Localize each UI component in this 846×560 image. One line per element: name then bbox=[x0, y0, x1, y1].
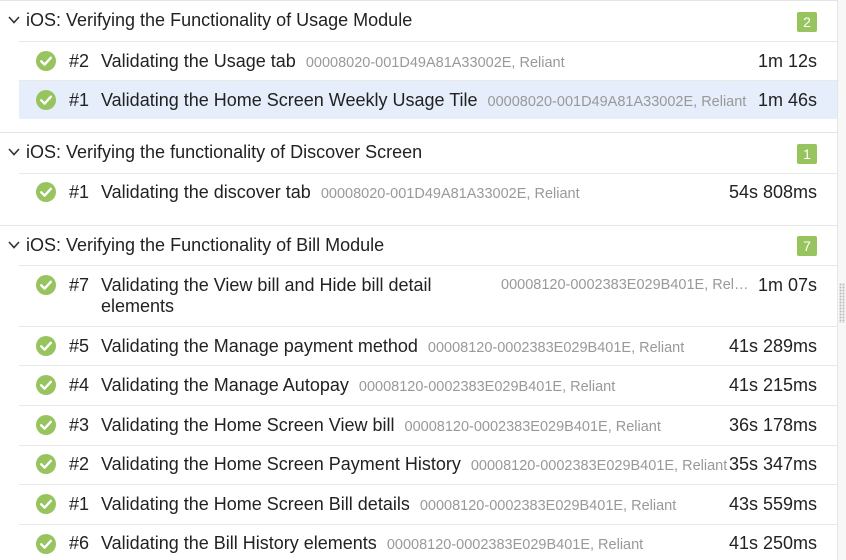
test-duration: 35s 347ms bbox=[728, 454, 817, 474]
test-row[interactable]: #2 Validating the Home Screen Payment Hi… bbox=[19, 446, 837, 484]
check-circle-icon bbox=[36, 494, 56, 514]
test-duration: 41s 215ms bbox=[728, 375, 817, 395]
test-title[interactable]: Validating the Manage Autopay 00008120-0… bbox=[101, 375, 615, 396]
group-title: iOS: Verifying the Functionality of Bill… bbox=[26, 235, 385, 255]
check-circle-icon bbox=[36, 375, 56, 395]
chevron-down-icon[interactable] bbox=[7, 238, 21, 252]
test-device-meta: 00008120-0002383E029B401E, Reliant bbox=[386, 537, 644, 553]
check-circle-icon bbox=[36, 90, 56, 110]
test-device-meta: 00008120-0002383E029B401E, Reliant bbox=[404, 419, 661, 435]
test-duration: 1m 12s bbox=[757, 51, 817, 71]
test-number: #6 bbox=[69, 533, 90, 553]
test-device-meta: 00008120-0002383E029B401E, Rel… bbox=[501, 277, 749, 293]
test-duration: 41s 250ms bbox=[728, 533, 817, 553]
check-circle-icon bbox=[36, 534, 56, 554]
test-number: #2 bbox=[69, 454, 90, 474]
test-title[interactable]: Validating the Usage tab 00008020-001D49… bbox=[101, 51, 565, 72]
test-results-panel: iOS: Verifying the Functionality of Usag… bbox=[0, 0, 837, 560]
test-duration: 54s 808ms bbox=[728, 182, 817, 202]
test-row[interactable]: #3 Validating the Home Screen View bill … bbox=[19, 406, 837, 445]
test-duration: 1m 07s bbox=[757, 275, 817, 295]
splitter-gutter[interactable] bbox=[837, 0, 846, 560]
test-title[interactable]: Validating the View bill and Hide bill d… bbox=[101, 275, 432, 317]
test-number: #1 bbox=[69, 494, 90, 514]
test-duration: 1m 46s bbox=[757, 90, 817, 110]
test-count-badge: 7 bbox=[797, 236, 817, 256]
chevron-down-icon[interactable] bbox=[7, 13, 21, 27]
test-duration: 41s 289ms bbox=[728, 336, 817, 356]
check-circle-icon bbox=[36, 415, 56, 435]
test-device-meta: 00008120-0002383E029B401E, Reliant bbox=[427, 340, 685, 356]
test-number: #3 bbox=[69, 415, 90, 435]
group-title: iOS: Verifying the Functionality of Usag… bbox=[26, 10, 413, 30]
test-number: #1 bbox=[69, 182, 90, 202]
test-number: #4 bbox=[69, 375, 90, 395]
test-title[interactable]: Validating the Home Screen Payment Histo… bbox=[101, 454, 727, 475]
test-title[interactable]: Validating the discover tab 00008020-001… bbox=[101, 182, 580, 203]
test-number: #2 bbox=[69, 51, 90, 71]
test-title[interactable]: Validating the Home Screen Bill details … bbox=[101, 494, 676, 515]
test-row[interactable]: #4 Validating the Manage Autopay 0000812… bbox=[19, 366, 837, 405]
test-row[interactable]: #5 Validating the Manage payment method … bbox=[19, 327, 837, 365]
test-row[interactable]: #1 Validating the Home Screen Bill detai… bbox=[19, 485, 837, 524]
chevron-down-icon[interactable] bbox=[7, 145, 21, 159]
test-row[interactable]: #2 Validating the Usage tab 00008020-001… bbox=[19, 42, 837, 80]
test-row-selected[interactable]: #1 Validating the Home Screen Weekly Usa… bbox=[19, 81, 837, 119]
check-circle-icon bbox=[36, 182, 56, 202]
group-header-bill-module[interactable]: iOS: Verifying the Functionality of Bill… bbox=[0, 226, 837, 266]
test-duration: 36s 178ms bbox=[728, 415, 817, 435]
test-device-meta: 00008020-001D49A81A33002E, Reliant bbox=[320, 186, 580, 202]
test-count-badge: 2 bbox=[797, 12, 817, 32]
check-circle-icon bbox=[36, 454, 56, 474]
test-duration: 43s 559ms bbox=[728, 494, 817, 514]
test-title[interactable]: Validating the Manage payment method 000… bbox=[101, 336, 684, 357]
test-row[interactable]: #6 Validating the Bill History elements … bbox=[19, 525, 837, 560]
test-row[interactable]: #7 Validating the View bill and Hide bil… bbox=[19, 266, 837, 326]
resize-grip-icon[interactable] bbox=[839, 283, 845, 323]
test-device-meta: 00008120-0002383E029B401E, Reliant bbox=[419, 498, 677, 514]
test-number: #5 bbox=[69, 336, 90, 356]
test-device-meta: 00008020-001D49A81A33002E, Reliant bbox=[487, 94, 747, 110]
test-title[interactable]: Validating the Home Screen View bill 000… bbox=[101, 415, 661, 436]
test-number: #1 bbox=[69, 90, 90, 110]
check-circle-icon bbox=[36, 51, 56, 71]
test-device-meta: 00008020-001D49A81A33002E, Reliant bbox=[305, 55, 565, 71]
test-count-badge: 1 bbox=[797, 144, 817, 164]
test-device-meta: 00008120-0002383E029B401E, Reliant bbox=[358, 379, 616, 395]
test-row[interactable]: #1 Validating the discover tab 00008020-… bbox=[19, 174, 837, 212]
check-circle-icon bbox=[36, 336, 56, 356]
test-title[interactable]: Validating the Home Screen Weekly Usage … bbox=[101, 90, 746, 111]
test-device-meta: 00008120-0002383E029B401E, Reliant bbox=[470, 458, 728, 474]
test-number: #7 bbox=[69, 275, 90, 295]
group-header-discover-screen[interactable]: iOS: Verifying the functionality of Disc… bbox=[0, 133, 837, 173]
group-header-usage-module[interactable]: iOS: Verifying the Functionality of Usag… bbox=[0, 0, 837, 40]
test-title[interactable]: Validating the Bill History elements 000… bbox=[101, 533, 643, 554]
group-title: iOS: Verifying the functionality of Disc… bbox=[26, 142, 423, 162]
check-circle-icon bbox=[36, 275, 56, 295]
